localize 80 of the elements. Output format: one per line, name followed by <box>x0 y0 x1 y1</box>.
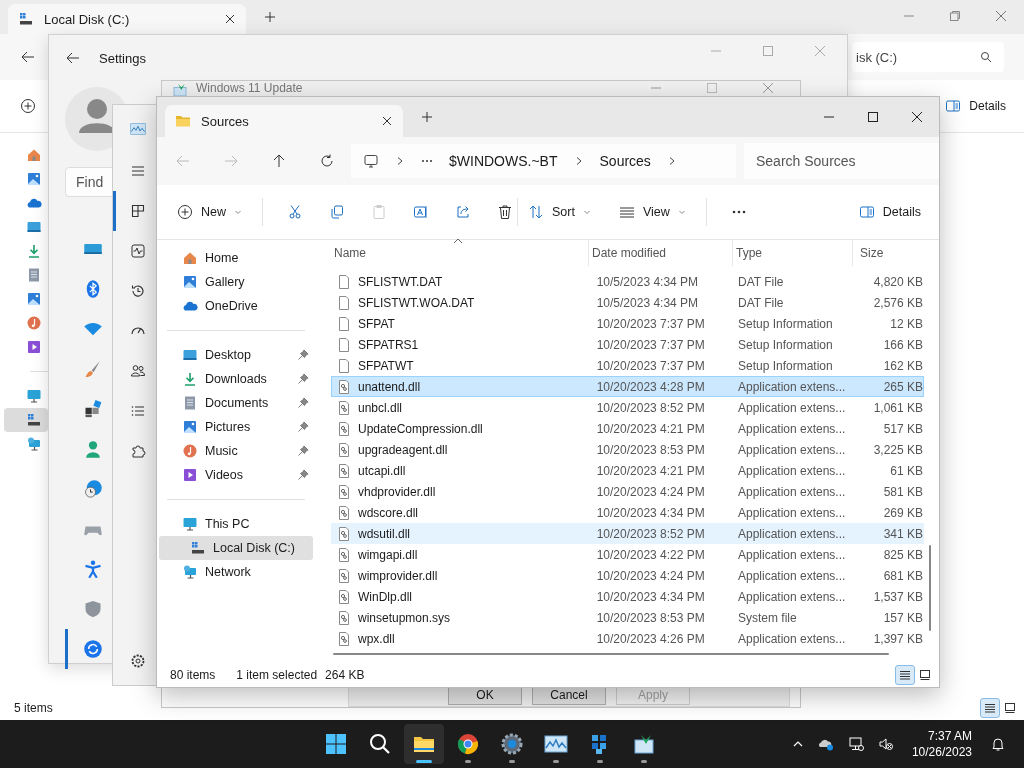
date-cell-text: 10/20/2023 4:34 PM <box>595 589 706 604</box>
size-cell-text: 3,225 KB <box>872 442 923 457</box>
size-cell-text: 166 KB <box>882 337 923 352</box>
selection-count: 1 item selected <box>236 668 318 682</box>
type-cell-text: Setup Information <box>736 358 834 373</box>
type-cell-text: Application extens... <box>736 442 847 457</box>
size-cell-text: 825 KB <box>882 547 923 562</box>
date-cell-text: 10/20/2023 8:53 PM <box>595 442 706 457</box>
item-count: 5 items <box>14 701 53 715</box>
type-cell-text: DAT File <box>736 274 785 289</box>
type-cell-text: Application extens... <box>736 568 847 583</box>
date-cell-text: 10/20/2023 4:28 PM <box>595 379 706 394</box>
type-cell-text: Setup Information <box>736 316 834 331</box>
date-cell-text: 10/20/2023 8:52 PM <box>595 526 706 541</box>
size-cell-text: 1,537 KB <box>872 589 923 604</box>
size-cell-text: 2,576 KB <box>872 295 923 310</box>
date-cell-text: 10/20/2023 4:22 PM <box>595 547 706 562</box>
file-name: SFLISTWT.DAT <box>358 274 443 289</box>
file-name: utcapi.dll <box>358 463 406 478</box>
file-name: unbcl.dll <box>358 400 403 415</box>
size-cell-text: 581 KB <box>882 484 923 499</box>
date-cell-text: 10/20/2023 4:24 PM <box>595 568 706 583</box>
time: 7:37 AM <box>927 728 972 744</box>
date-cell-text: 10/20/2023 7:37 PM <box>595 337 706 352</box>
size-cell-text: 1,397 KB <box>872 631 923 646</box>
type-cell-text: Application extens... <box>736 463 847 478</box>
file-name: unattend.dll <box>358 379 421 394</box>
file-name: SFPAT <box>358 316 395 331</box>
window-title: Windows 11 Update <box>196 82 303 95</box>
date-cell-text: 10/20/2023 4:21 PM <box>595 421 706 436</box>
file-name: wdsutil.dll <box>358 526 411 541</box>
type-cell-text: Application extens... <box>736 589 847 604</box>
type-cell-text: Application extens... <box>736 379 847 394</box>
date-cell-text: 10/20/2023 4:26 PM <box>595 631 706 646</box>
type-cell-text: Application extens... <box>736 505 847 520</box>
window-title: Settings <box>99 50 146 66</box>
size-cell-text: 269 KB <box>882 505 923 520</box>
type-cell-text: Setup Information <box>736 337 834 352</box>
type-cell-text: Application extens... <box>736 547 847 562</box>
type-cell-text: Application extens... <box>736 400 847 415</box>
date-cell-text: 10/5/2023 4:34 PM <box>595 274 700 289</box>
date: 10/26/2023 <box>911 744 972 760</box>
file-name: vhdprovider.dll <box>358 484 436 499</box>
type-cell-text: Application extens... <box>736 484 847 499</box>
size-cell-text: 61 KB <box>889 463 923 478</box>
size-cell-text: 265 KB <box>882 379 923 394</box>
item-count: 80 items <box>170 668 216 682</box>
selection-size: 264 KB <box>325 668 365 682</box>
file-name: wimprovider.dll <box>358 568 438 583</box>
type-cell-text: System file <box>736 610 798 625</box>
size-cell-text: 517 KB <box>882 421 923 436</box>
file-name: SFPATRS1 <box>358 337 419 352</box>
size-cell-text: 12 KB <box>889 316 923 331</box>
file-name: WinDlp.dll <box>358 589 412 604</box>
size-cell-text: 341 KB <box>882 526 923 541</box>
file-name: SFLISTWT.WOA.DAT <box>358 295 475 310</box>
date-cell-text: 10/20/2023 7:37 PM <box>595 316 706 331</box>
file-name: wpx.dll <box>358 631 395 646</box>
file-name: wdscore.dll <box>358 505 419 520</box>
type-cell-text: Application extens... <box>736 631 847 646</box>
date-cell-text: 10/20/2023 7:37 PM <box>595 358 706 373</box>
type-cell-text: Application extens... <box>736 526 847 541</box>
date-cell-text: 10/20/2023 4:34 PM <box>595 505 706 520</box>
file-name: winsetupmon.sys <box>358 610 451 625</box>
type-cell-text: Application extens... <box>736 421 847 436</box>
date-cell-text: 10/20/2023 8:53 PM <box>595 610 706 625</box>
date-cell-text: 10/20/2023 4:24 PM <box>595 484 706 499</box>
file-name: wimgapi.dll <box>358 547 418 562</box>
type-cell-text: DAT File <box>736 295 785 310</box>
size-cell-text: 162 KB <box>882 358 923 373</box>
file-name: UpdateCompression.dll <box>358 421 483 436</box>
size-cell-text: 4,820 KB <box>872 274 923 289</box>
file-name: upgradeagent.dll <box>358 442 448 457</box>
size-cell-text: 157 KB <box>882 610 923 625</box>
size-cell-text: 681 KB <box>882 568 923 583</box>
size-cell-text: 1,061 KB <box>872 400 923 415</box>
file-name: SFPATWT <box>358 358 414 373</box>
date-cell-text: 10/5/2023 4:34 PM <box>595 295 700 310</box>
date-cell-text: 10/20/2023 4:21 PM <box>595 463 706 478</box>
date-cell-text: 10/20/2023 8:52 PM <box>595 400 706 415</box>
